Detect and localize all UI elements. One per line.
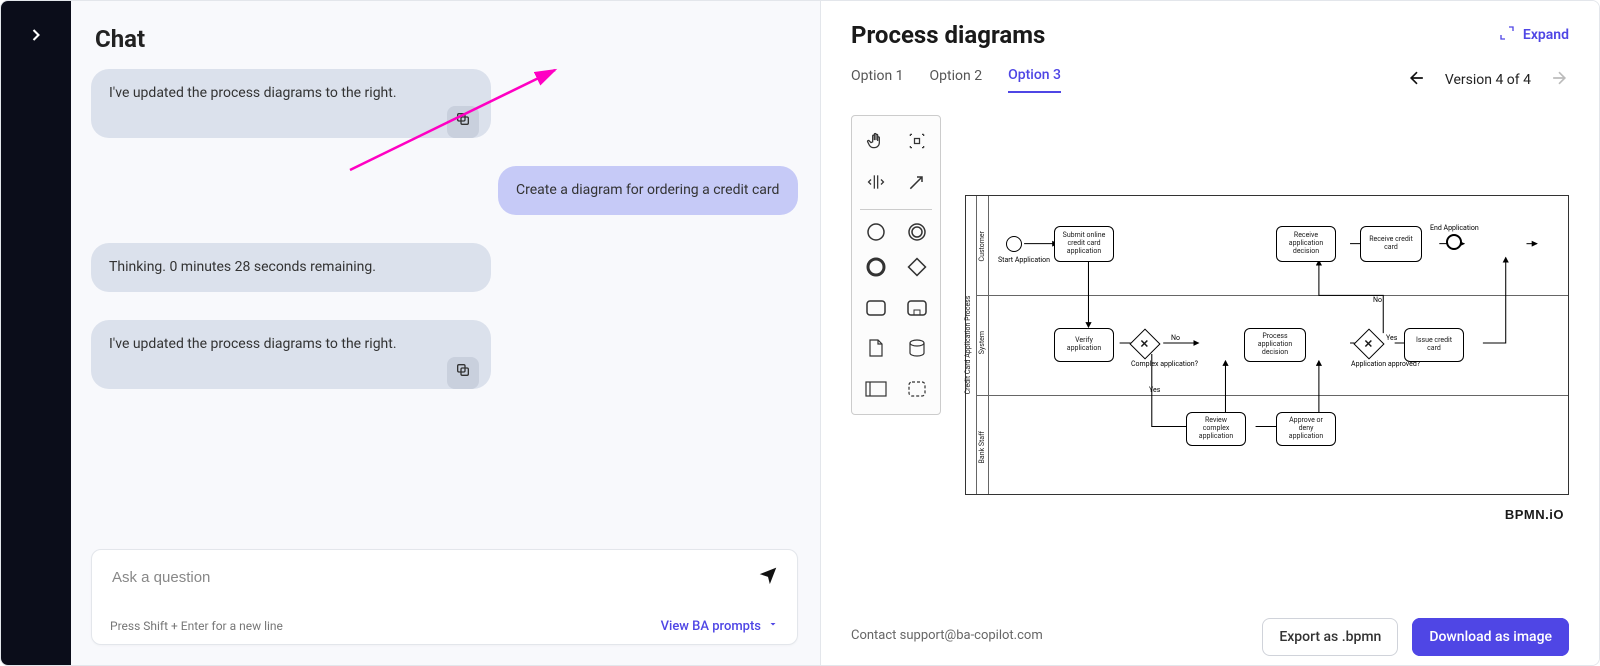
task-receive-card[interactable]: Receive credit card <box>1360 226 1422 262</box>
start-event-label: Start Application <box>998 256 1050 264</box>
view-prompts-label: View BA prompts <box>661 619 761 634</box>
lasso-tool-icon[interactable] <box>906 130 928 152</box>
export-bpmn-button[interactable]: Export as .bpmn <box>1262 618 1398 656</box>
chat-message-text: I've updated the process diagrams to the… <box>109 85 397 101</box>
support-text: Contact support@ba-copilot.com <box>851 628 1043 643</box>
chat-message-text: Create a diagram for ordering a credit c… <box>516 182 779 198</box>
bpmn-diagram-canvas[interactable]: Credit Card Application Process Customer… <box>965 195 1569 495</box>
task-icon[interactable] <box>865 297 887 319</box>
tab-option-1[interactable]: Option 1 <box>851 68 904 92</box>
data-object-icon[interactable] <box>865 337 887 359</box>
chat-panel: Chat I've updated the process diagrams t… <box>71 1 821 665</box>
tab-option-2[interactable]: Option 2 <box>930 68 983 92</box>
end-event[interactable] <box>1446 234 1462 250</box>
task-process[interactable]: Process application decision <box>1244 328 1306 362</box>
start-event[interactable] <box>1006 236 1022 252</box>
edge-no: No <box>1171 334 1180 342</box>
task-review[interactable]: Review complex application <box>1186 412 1246 446</box>
chat-message-ai: I've updated the process diagrams to the… <box>91 69 491 138</box>
start-event-icon[interactable] <box>865 221 887 243</box>
space-tool-icon[interactable] <box>865 171 887 193</box>
end-event-label: End Application <box>1430 224 1479 232</box>
chat-input-card: Press Shift + Enter for a new line View … <box>91 549 798 645</box>
expand-label: Expand <box>1523 27 1569 43</box>
chat-message-ai: I've updated the process diagrams to the… <box>91 320 491 389</box>
version-prev-icon[interactable] <box>1407 68 1427 92</box>
chevron-right-icon[interactable] <box>26 25 46 49</box>
task-receive-decision[interactable]: Receive application decision <box>1276 226 1336 262</box>
view-prompts-link[interactable]: View BA prompts <box>661 618 779 634</box>
chat-message-user: Create a diagram for ordering a credit c… <box>498 166 798 215</box>
group-icon[interactable] <box>906 378 928 400</box>
chat-message-ai: Thinking. 0 minutes 28 seconds remaining… <box>91 243 491 292</box>
input-hint: Press Shift + Enter for a new line <box>110 619 283 633</box>
chevron-down-icon <box>767 618 779 634</box>
expand-button[interactable]: Expand <box>1499 25 1569 45</box>
tab-option-3[interactable]: Option 3 <box>1008 67 1061 93</box>
copy-icon <box>455 362 471 385</box>
task-submit[interactable]: Submit online credit card application <box>1054 226 1114 262</box>
chat-scroll[interactable]: I've updated the process diagrams to the… <box>91 69 812 541</box>
edge-yes: Yes <box>1149 386 1160 394</box>
task-approve[interactable]: Approve or deny application <box>1276 412 1336 446</box>
edge-no-2: No <box>1373 296 1382 304</box>
intermediate-event-icon[interactable] <box>906 221 928 243</box>
pool-icon[interactable] <box>865 378 887 400</box>
send-icon[interactable] <box>757 564 779 590</box>
download-image-button[interactable]: Download as image <box>1412 618 1569 656</box>
diagram-panel: Process diagrams Expand Option 1 Option … <box>821 1 1599 665</box>
option-tabs: Option 1 Option 2 Option 3 Version 4 of … <box>851 67 1569 93</box>
copy-button[interactable] <box>447 106 479 138</box>
version-nav: Version 4 of 4 <box>1407 68 1569 92</box>
bpmn-palette[interactable] <box>851 115 941 415</box>
connect-tool-icon[interactable] <box>906 171 928 193</box>
edge-yes-2: Yes <box>1386 334 1397 342</box>
gateway-icon[interactable] <box>906 256 928 278</box>
end-event-icon[interactable] <box>865 256 887 278</box>
version-next-icon[interactable] <box>1549 68 1569 92</box>
task-verify[interactable]: Verify application <box>1054 328 1114 362</box>
task-issue[interactable]: Issue credit card <box>1404 328 1464 362</box>
bpmn-logo: BPMN.iO <box>1505 507 1564 522</box>
hand-tool-icon[interactable] <box>865 130 887 152</box>
expand-icon <box>1499 25 1515 45</box>
diagram-title: Process diagrams <box>851 21 1045 49</box>
subprocess-icon[interactable] <box>906 297 928 319</box>
chat-title: Chat <box>95 25 812 53</box>
chat-message-text: Thinking. 0 minutes 28 seconds remaining… <box>109 259 376 275</box>
chat-input[interactable] <box>110 568 757 587</box>
copy-icon <box>455 111 471 134</box>
copy-button[interactable] <box>447 357 479 389</box>
gateway-complex-label: Complex application? <box>1131 360 1198 368</box>
chat-message-text: I've updated the process diagrams to the… <box>109 336 397 352</box>
left-rail <box>1 1 71 665</box>
data-store-icon[interactable] <box>906 337 928 359</box>
version-text: Version 4 of 4 <box>1445 72 1531 88</box>
